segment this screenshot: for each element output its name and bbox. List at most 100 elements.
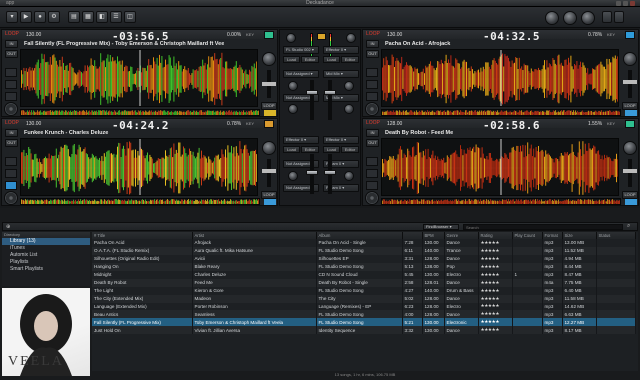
deck-4-pad-3[interactable]	[366, 181, 378, 190]
deck-1-overview[interactable]	[20, 109, 260, 116]
deck-4-jog-wheel[interactable]	[365, 191, 379, 205]
mixer-eq-low-a[interactable]	[288, 171, 298, 181]
skin-button[interactable]: ◧	[96, 11, 108, 23]
mixer-eq-mid-b[interactable]	[344, 104, 354, 114]
deck-1-out-button[interactable]: OUT	[5, 50, 18, 58]
col-title[interactable]: # Title	[92, 232, 193, 239]
table-row[interactable]: Language (Extended Mix) Porter Robinson La…	[92, 302, 636, 311]
col-bpm[interactable]: BPM	[422, 232, 445, 239]
deck-3-in-button[interactable]: IN	[5, 129, 18, 137]
maximize-button[interactable]	[623, 1, 628, 6]
deck-1-key[interactable]: KEY	[246, 32, 254, 37]
channel-fader-c-cap[interactable]	[306, 170, 318, 175]
deck-3-pad-1[interactable]	[5, 157, 17, 166]
deck-4-pad-1[interactable]	[366, 157, 378, 166]
col-artist[interactable]: Artist	[192, 232, 317, 239]
deck-4-pad-2[interactable]	[366, 169, 378, 178]
table-row[interactable]: Midnight Charles Deluze CD N Sound Cloud 5:…	[92, 270, 636, 279]
tree-item-library[interactable]: Library (13)	[2, 238, 90, 245]
col-rating[interactable]: Rating	[478, 232, 513, 239]
minimize-button[interactable]	[616, 1, 621, 6]
deck-4-sync-button[interactable]	[625, 120, 635, 128]
fx-select-c1[interactable]: Effector 0 ▾	[283, 136, 319, 144]
col-play-count[interactable]: Play Count	[512, 232, 543, 239]
deck-3-key[interactable]: KEY	[246, 121, 254, 126]
table-row[interactable]: Silhouettes (Original Radio Edit) Avicii S…	[92, 254, 636, 263]
deck-2-overview[interactable]	[381, 109, 621, 116]
deck-2-pitch-knob[interactable]	[623, 52, 637, 66]
layout-button[interactable]: ▦	[82, 11, 94, 23]
deck-4-key[interactable]: KEY	[607, 121, 615, 126]
search-input[interactable]	[463, 224, 623, 230]
fx-select-a2[interactable]: Effector 0 ▾	[323, 46, 359, 54]
deck-4-in-button[interactable]: IN	[366, 129, 379, 137]
channel-fader-b-cap[interactable]	[324, 90, 336, 95]
deck-2-pad-2[interactable]	[366, 80, 378, 89]
col-status[interactable]: Status	[596, 232, 636, 239]
find-browser-dropdown[interactable]: FindBrowser ▾	[423, 224, 459, 230]
deck-3-pitch-handle[interactable]	[262, 169, 276, 173]
deck-2-pad-1[interactable]	[366, 68, 378, 77]
add-icon[interactable]: ⊕	[6, 224, 10, 230]
deck-3-pad-3[interactable]	[5, 181, 17, 190]
table-row[interactable]: The Light Kieron & Gore FL Studio Demo Son…	[92, 286, 636, 295]
deck-4-loop-label[interactable]: LOOP	[366, 120, 380, 126]
deck-4-pitch-handle[interactable]	[623, 169, 637, 173]
table-row[interactable]: Death By Robot Feed Me Death By Robot - Si…	[92, 278, 636, 287]
deck-1-jog-wheel[interactable]	[4, 102, 18, 116]
deck-3-overview[interactable]	[20, 198, 260, 205]
deck-3-pitch-slider[interactable]	[267, 159, 271, 187]
table-row[interactable]: Just Hold On Vivian ft. Jillian Aversa Ide…	[92, 326, 636, 335]
deck-1-pad-3[interactable]	[5, 92, 17, 101]
deck-2-waveform[interactable]	[381, 49, 619, 107]
status-cell[interactable]	[596, 262, 636, 271]
fx-select-b2[interactable]: Mid Mix ▾	[323, 70, 359, 78]
status-cell[interactable]	[596, 294, 636, 303]
master-volume-knob[interactable]	[545, 11, 559, 25]
deck-2-loop-button[interactable]: LOOP	[622, 102, 638, 110]
deck-2-pad-3[interactable]	[366, 92, 378, 101]
fx-load-a2[interactable]: Load	[323, 56, 340, 63]
deck-2-pitch-handle[interactable]	[623, 80, 637, 84]
fx-toggle-button[interactable]: ◫	[124, 11, 136, 23]
status-cell[interactable]	[596, 254, 636, 263]
deck-1-pad-2[interactable]	[5, 80, 17, 89]
gear-icon[interactable]: ⚙	[48, 11, 60, 23]
table-row[interactable]: Beau Antics Seamless FL Studio Demo Song 4:…	[92, 310, 636, 319]
deck-2-sync-button[interactable]	[625, 31, 635, 39]
browser-toggle-button[interactable]: ☰	[110, 11, 122, 23]
deck-1-loop-label[interactable]: LOOP	[5, 31, 19, 37]
fx-load-c2[interactable]: Load	[323, 146, 340, 153]
status-cell[interactable]	[596, 239, 636, 247]
status-cell[interactable]	[596, 310, 636, 319]
deck-2-cue-button[interactable]	[625, 110, 637, 116]
status-cell[interactable]	[596, 246, 636, 255]
headphone-volume-knob[interactable]	[581, 11, 595, 25]
deck-3-cue-button[interactable]	[264, 199, 276, 205]
channel-fader-d-cap[interactable]	[324, 170, 336, 175]
deck-2-key[interactable]: KEY	[607, 32, 615, 37]
status-cell[interactable]	[596, 326, 636, 335]
status-cell[interactable]	[596, 318, 636, 327]
deck-3-pitch-knob[interactable]	[262, 141, 276, 155]
mixer-eq-mid-a[interactable]	[288, 104, 298, 114]
status-cell[interactable]	[596, 278, 636, 287]
table-row[interactable]: The City (Extended Mix) Madeon The City 5:0…	[92, 294, 636, 303]
deck-3-loop-button[interactable]: LOOP	[261, 191, 277, 199]
deck-4-cue-button[interactable]	[625, 199, 637, 205]
fx-editor-a1[interactable]: Editor	[301, 56, 319, 63]
tree-item-smart-playlists[interactable]: Smart Playlists	[2, 266, 90, 273]
mixer-eq-high-a[interactable]	[288, 81, 298, 91]
deck-2-jog-wheel[interactable]	[365, 102, 379, 116]
tree-item-automix[interactable]: Automix List	[2, 252, 90, 259]
deck-3-loop-label[interactable]: LOOP	[5, 120, 19, 126]
deck-4-pitch-slider[interactable]	[628, 159, 632, 187]
deck-4-waveform[interactable]	[381, 138, 619, 196]
deck-3-sync-button[interactable]	[264, 120, 274, 128]
col-length[interactable]	[402, 232, 423, 239]
deck-4-overview[interactable]	[381, 198, 621, 205]
deck-3-out-button[interactable]: OUT	[5, 139, 18, 147]
cue-mix-knob[interactable]	[563, 11, 577, 25]
deck-4-out-button[interactable]: OUT	[366, 139, 379, 147]
deck-2-out-button[interactable]: OUT	[366, 50, 379, 58]
